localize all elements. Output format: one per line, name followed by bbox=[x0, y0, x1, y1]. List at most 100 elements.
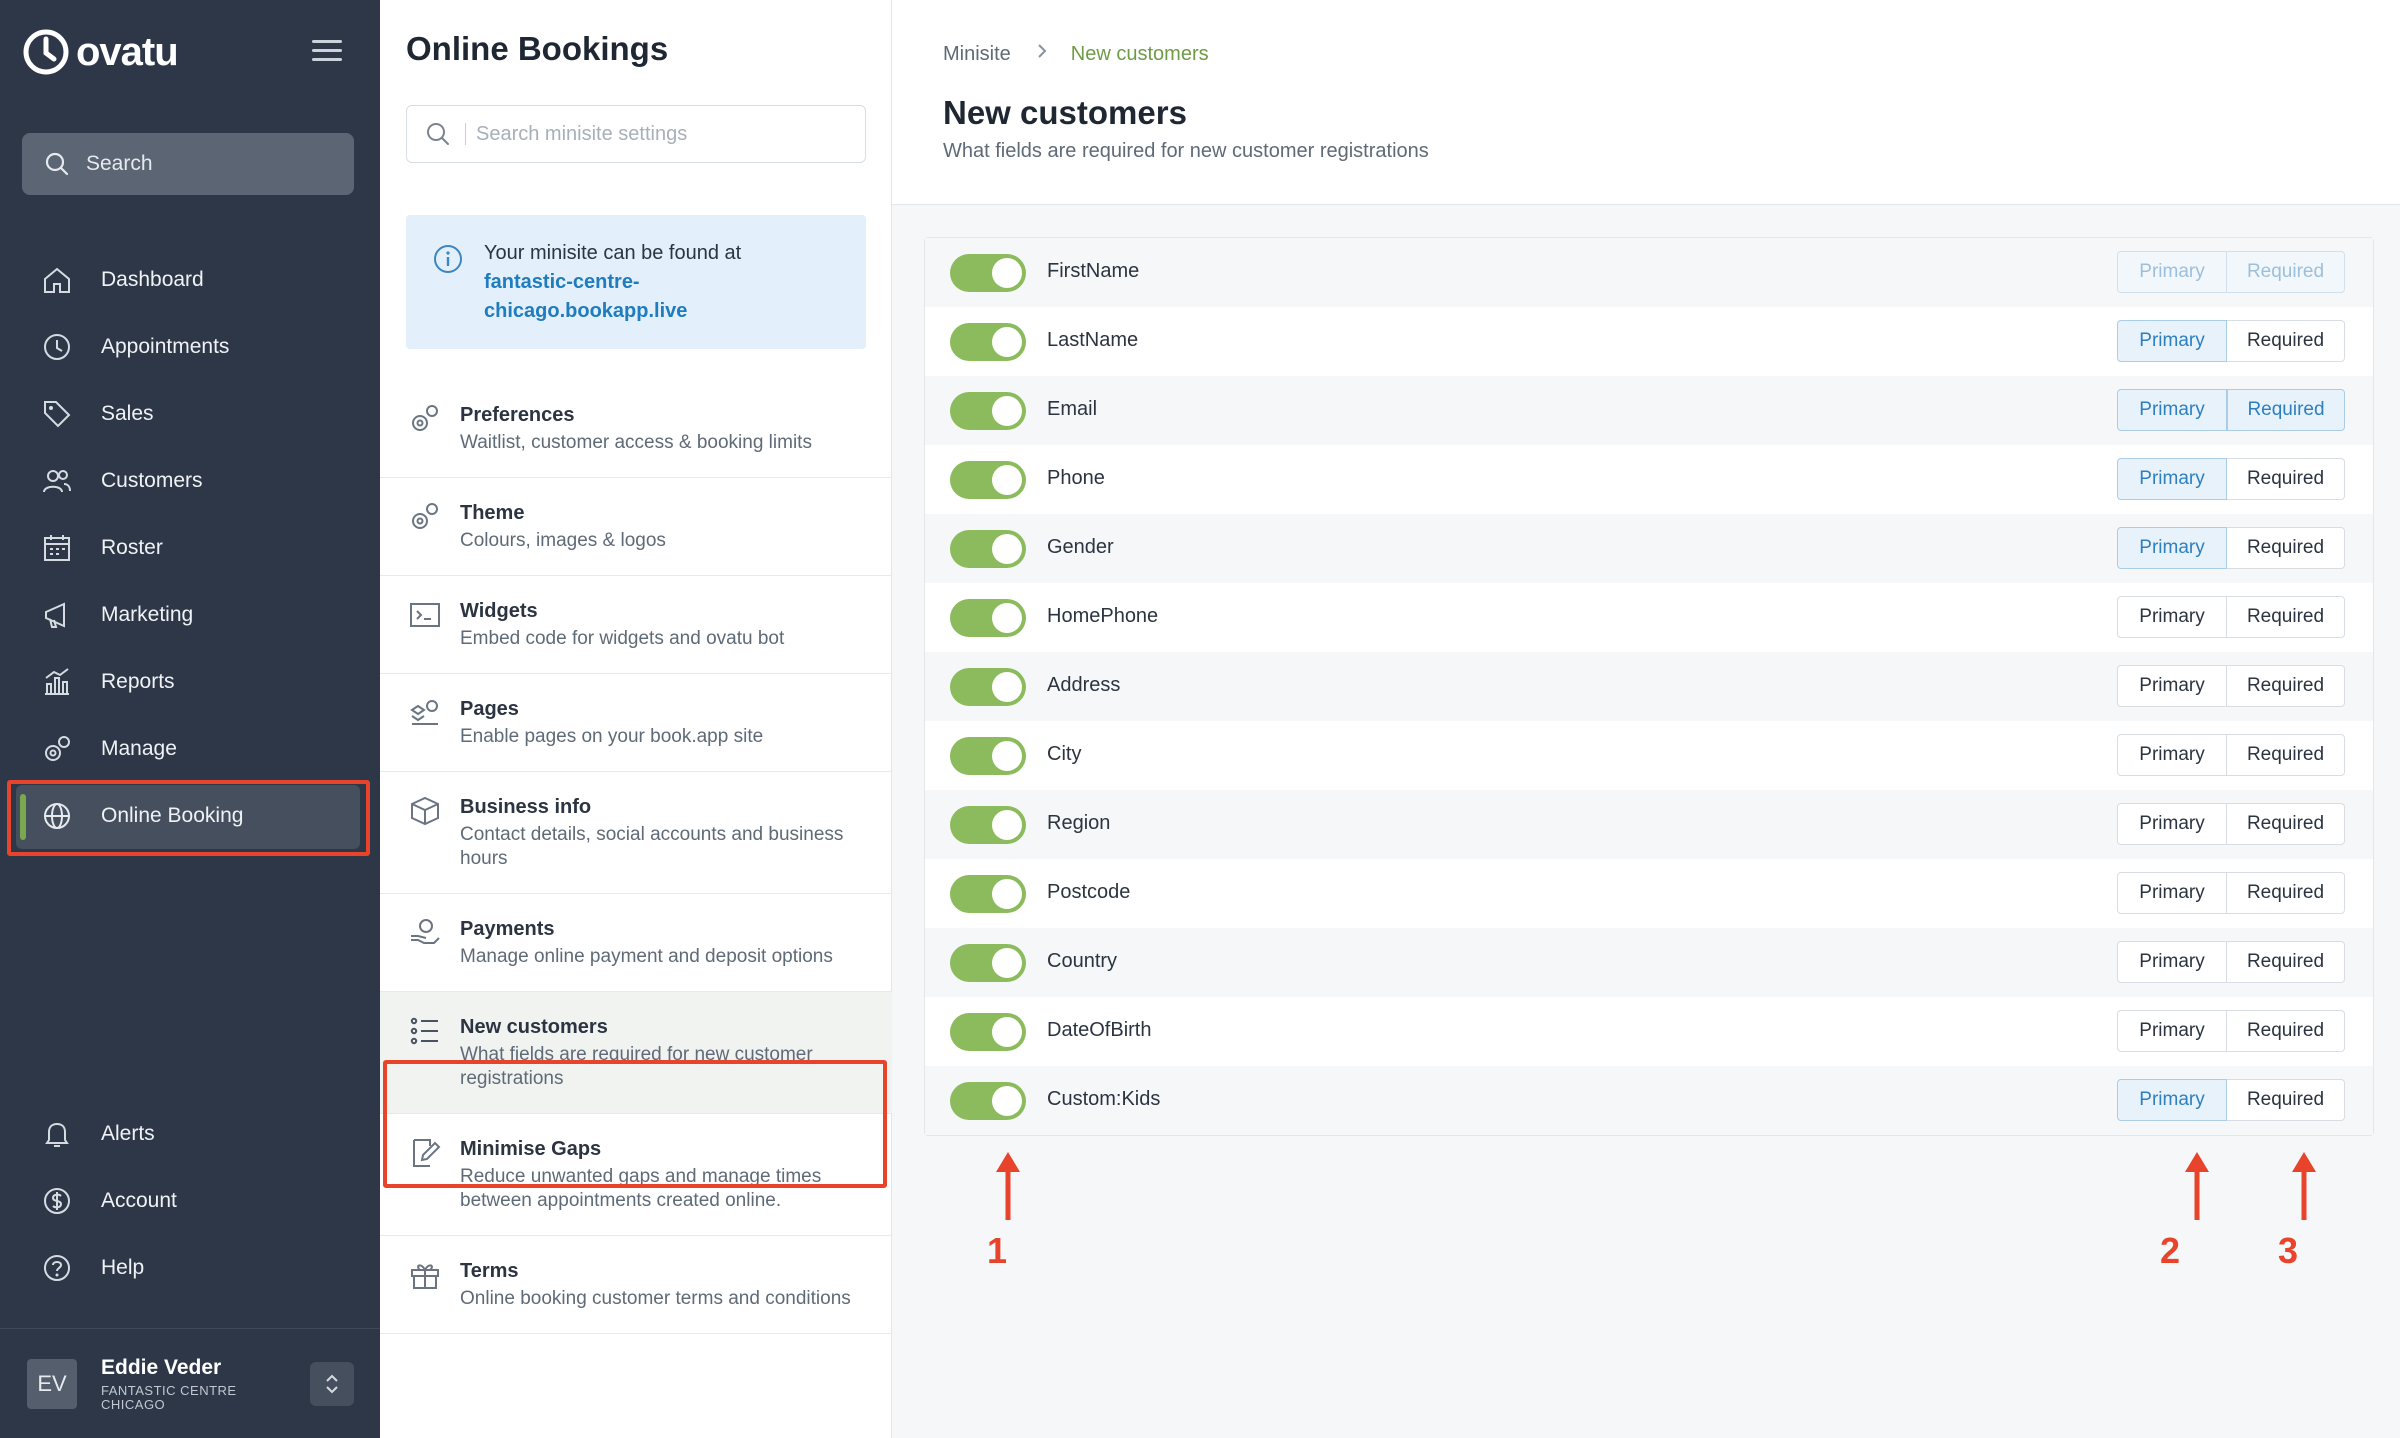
user-menu-toggle[interactable] bbox=[310, 1362, 354, 1406]
field-enabled-toggle[interactable] bbox=[950, 392, 1026, 430]
nav-label: Appointments bbox=[101, 334, 230, 358]
field-enabled-toggle[interactable] bbox=[950, 1013, 1026, 1051]
field-row: Gender Primary Required bbox=[925, 514, 2373, 583]
field-name: HomePhone bbox=[1047, 605, 1159, 627]
primary-button[interactable]: Primary bbox=[2117, 458, 2227, 500]
nav-item-alerts[interactable]: Alerts bbox=[0, 1100, 380, 1167]
setting-preferences[interactable]: Preferences Waitlist, customer access & … bbox=[380, 380, 892, 478]
primary-button[interactable]: Primary bbox=[2117, 665, 2227, 707]
cursor-caret bbox=[465, 123, 466, 145]
nav-item-marketing[interactable]: Marketing bbox=[0, 581, 380, 648]
setting-minimise-gaps[interactable]: Minimise Gaps Reduce unwanted gaps and m… bbox=[380, 1114, 892, 1236]
field-row: HomePhone Primary Required bbox=[925, 583, 2373, 652]
nav-item-online-booking[interactable]: Online Booking bbox=[0, 782, 380, 849]
sidebar-search[interactable]: Search bbox=[22, 133, 354, 195]
required-button[interactable]: Required bbox=[2227, 527, 2345, 569]
field-enabled-toggle[interactable] bbox=[950, 944, 1026, 982]
globe-icon bbox=[40, 799, 74, 833]
primary-button[interactable]: Primary bbox=[2117, 527, 2227, 569]
nav-item-roster[interactable]: Roster bbox=[0, 514, 380, 581]
required-button[interactable]: Required bbox=[2227, 251, 2345, 293]
primary-button[interactable]: Primary bbox=[2117, 803, 2227, 845]
breadcrumb-root[interactable]: Minisite bbox=[943, 43, 1011, 66]
annotation-label-2: 2 bbox=[2160, 1230, 2181, 1271]
field-enabled-toggle[interactable] bbox=[950, 461, 1026, 499]
setting-title: Minimise Gaps bbox=[460, 1138, 602, 1160]
nav-item-customers[interactable]: Customers bbox=[0, 447, 380, 514]
nav-item-manage[interactable]: Manage bbox=[0, 715, 380, 782]
primary-button[interactable]: Primary bbox=[2117, 389, 2227, 431]
required-button[interactable]: Required bbox=[2227, 941, 2345, 983]
setting-title: Theme bbox=[460, 502, 525, 524]
field-name: Region bbox=[1047, 812, 1111, 834]
page-gear-icon bbox=[410, 700, 438, 725]
required-button[interactable]: Required bbox=[2227, 458, 2345, 500]
nav-item-account[interactable]: Account bbox=[0, 1167, 380, 1234]
required-button[interactable]: Required bbox=[2227, 389, 2345, 431]
nav-item-dashboard[interactable]: Dashboard bbox=[0, 246, 380, 313]
nav-item-appointments[interactable]: Appointments bbox=[0, 313, 380, 380]
field-name: FirstName bbox=[1047, 260, 1140, 282]
settings-search-input[interactable]: Search minisite settings bbox=[406, 105, 866, 163]
required-button[interactable]: Required bbox=[2227, 1079, 2345, 1121]
menu-toggle-icon[interactable] bbox=[312, 40, 342, 67]
nav-item-reports[interactable]: Reports bbox=[0, 648, 380, 715]
page-title: New customers bbox=[943, 94, 1187, 131]
setting-payments[interactable]: Payments Manage online payment and depos… bbox=[380, 894, 892, 992]
required-button[interactable]: Required bbox=[2227, 596, 2345, 638]
primary-button[interactable]: Primary bbox=[2117, 1010, 2227, 1052]
main-nav: Dashboard Appointments Sales Customers R… bbox=[0, 246, 380, 849]
annotation-arrow-3 bbox=[2292, 1152, 2316, 1220]
field-options: Primary Required bbox=[2117, 734, 2345, 776]
field-row: FirstName Primary Required bbox=[925, 238, 2373, 307]
field-enabled-toggle[interactable] bbox=[950, 323, 1026, 361]
nav-item-help[interactable]: Help bbox=[0, 1234, 380, 1301]
field-row: Phone Primary Required bbox=[925, 445, 2373, 514]
nav-label: Manage bbox=[101, 736, 177, 760]
setting-theme[interactable]: Theme Colours, images & logos bbox=[380, 478, 892, 576]
setting-widgets[interactable]: Widgets Embed code for widgets and ovatu… bbox=[380, 576, 892, 674]
primary-button[interactable]: Primary bbox=[2117, 941, 2227, 983]
field-name: Gender bbox=[1047, 536, 1114, 558]
required-button[interactable]: Required bbox=[2227, 1010, 2345, 1052]
setting-title: New customers bbox=[460, 1016, 608, 1038]
field-enabled-toggle[interactable] bbox=[950, 599, 1026, 637]
required-button[interactable]: Required bbox=[2227, 872, 2345, 914]
setting-desc: Reduce unwanted gaps and manage times be… bbox=[460, 1166, 822, 1211]
primary-button[interactable]: Primary bbox=[2117, 251, 2227, 293]
page-subtitle: What fields are required for new custome… bbox=[943, 140, 1429, 162]
field-enabled-toggle[interactable] bbox=[950, 806, 1026, 844]
field-enabled-toggle[interactable] bbox=[950, 668, 1026, 706]
required-button[interactable]: Required bbox=[2227, 734, 2345, 776]
field-enabled-toggle[interactable] bbox=[950, 875, 1026, 913]
minisite-link-line2: chicago.bookapp.live bbox=[484, 300, 688, 322]
field-enabled-toggle[interactable] bbox=[950, 737, 1026, 775]
primary-button[interactable]: Primary bbox=[2117, 734, 2227, 776]
field-row: Postcode Primary Required bbox=[925, 859, 2373, 928]
nav-item-sales[interactable]: Sales bbox=[0, 380, 380, 447]
customer-fields-list: FirstName Primary Required LastName Primary R… bbox=[924, 237, 2374, 1136]
required-button[interactable]: Required bbox=[2227, 665, 2345, 707]
palette-gear-icon bbox=[412, 503, 438, 529]
field-enabled-toggle[interactable] bbox=[950, 254, 1026, 292]
required-button[interactable]: Required bbox=[2227, 320, 2345, 362]
setting-new-customers[interactable]: New customers What fields are required f… bbox=[380, 992, 892, 1114]
user-profile[interactable]: EV Eddie Veder FANTASTIC CENTRE CHICAGO bbox=[0, 1328, 380, 1438]
field-options: Primary Required bbox=[2117, 251, 2345, 293]
setting-business-info[interactable]: Business info Contact details, social ac… bbox=[380, 772, 892, 894]
required-button[interactable]: Required bbox=[2227, 803, 2345, 845]
primary-button[interactable]: Primary bbox=[2117, 872, 2227, 914]
setting-desc: Enable pages on your book.app site bbox=[460, 726, 764, 747]
ovatu-logo[interactable]: ovatu bbox=[22, 28, 179, 76]
primary-button[interactable]: Primary bbox=[2117, 1079, 2227, 1121]
field-enabled-toggle[interactable] bbox=[950, 530, 1026, 568]
primary-button[interactable]: Primary bbox=[2117, 596, 2227, 638]
minisite-link[interactable]: fantastic-centre- chicago.bookapp.live bbox=[484, 268, 844, 326]
setting-pages[interactable]: Pages Enable pages on your book.app site bbox=[380, 674, 892, 772]
setting-title: Payments bbox=[460, 918, 555, 940]
setting-terms[interactable]: Terms Online booking customer terms and … bbox=[380, 1236, 892, 1334]
setting-desc: Online booking customer terms and condit… bbox=[460, 1288, 851, 1309]
field-enabled-toggle[interactable] bbox=[950, 1082, 1026, 1120]
chevron-up-down-icon bbox=[326, 1374, 338, 1394]
primary-button[interactable]: Primary bbox=[2117, 320, 2227, 362]
